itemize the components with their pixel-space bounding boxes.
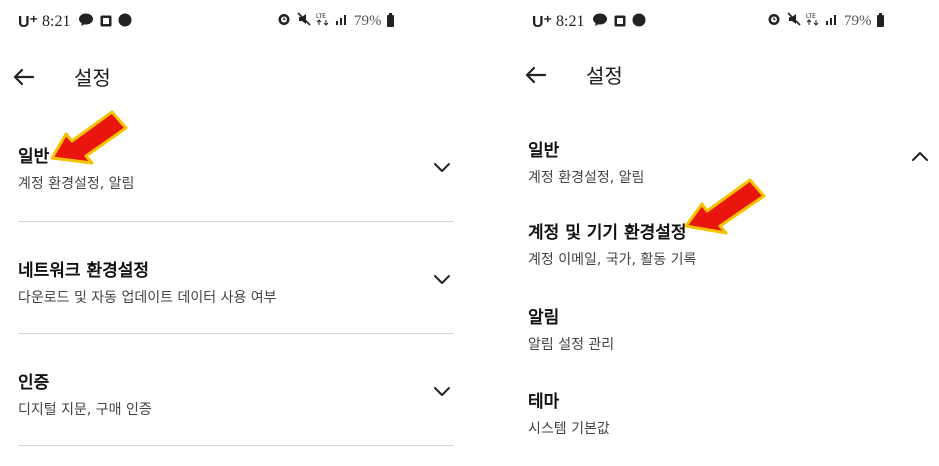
mute-icon	[297, 12, 311, 30]
section-subtitle: 계정 환경설정, 알림	[528, 170, 645, 186]
pointer-arrow-annotation	[50, 110, 128, 165]
subitem-title: 테마	[528, 392, 560, 412]
app-bar: 설정	[12, 62, 111, 91]
section-title: 인증	[18, 373, 50, 393]
status-time: 8:21	[556, 13, 585, 30]
section-subtitle: 디지털 지문, 구매 인증	[18, 402, 152, 418]
back-button[interactable]	[524, 63, 548, 87]
subitem-account-device[interactable]: 계정 및 기기 환경설정 계정 이메일, 국가, 활동 기록	[528, 218, 696, 269]
battery-icon	[876, 13, 884, 27]
pointer-arrow-annotation	[684, 178, 766, 235]
page-title: 설정	[74, 66, 111, 90]
chevron-down-icon	[434, 275, 450, 284]
gallery-icon	[614, 13, 626, 31]
expand-authentication-button[interactable]	[432, 384, 452, 398]
status-indicators: LTE 79%	[766, 12, 884, 30]
gallery-icon	[100, 13, 112, 31]
section-network[interactable]: 네트워크 환경설정 다운로드 및 자동 업데이트 데이터 사용 여부	[18, 256, 277, 307]
page-title: 설정	[586, 64, 623, 88]
expand-network-button[interactable]	[432, 272, 452, 286]
subitem-title: 계정 및 기기 환경설정	[528, 223, 687, 243]
divider	[18, 221, 454, 222]
subitem-theme[interactable]: 테마 시스템 기본값	[528, 387, 610, 438]
status-time: 8:21	[42, 13, 71, 30]
subitem-subtitle: 계정 이메일, 국가, 활동 기록	[528, 252, 697, 268]
signal-icon	[825, 13, 839, 29]
status-bar: U⁺ 8:21	[532, 10, 652, 34]
battery-icon	[386, 13, 394, 27]
svg-text:LTE: LTE	[806, 13, 816, 20]
carrier-label: U⁺	[532, 14, 552, 31]
battery-percent: 79%	[844, 12, 872, 29]
subitem-title: 알림	[528, 308, 560, 328]
alarm-icon	[766, 12, 782, 30]
divider	[18, 333, 454, 334]
back-arrow-icon	[525, 66, 547, 83]
back-arrow-icon	[13, 68, 35, 85]
divider	[18, 445, 454, 446]
back-button[interactable]	[12, 65, 36, 89]
battery-percent: 79%	[354, 12, 382, 29]
app-bar: 설정	[524, 60, 623, 89]
section-title: 네트워크 환경설정	[18, 261, 150, 281]
messenger-icon	[632, 13, 646, 31]
chat-icon	[592, 13, 608, 31]
svg-text:LTE: LTE	[316, 13, 326, 20]
subitem-subtitle: 시스템 기본값	[528, 421, 610, 437]
lte-icon: LTE	[316, 12, 330, 30]
collapse-general-button[interactable]	[910, 148, 930, 162]
settings-screen-collapsed: U⁺ 8:21 LTE 79% 설정 일반 계정 환경설정, 알림 네트워크 환…	[0, 0, 470, 466]
mute-icon	[787, 12, 801, 30]
status-indicators: LTE 79%	[276, 12, 394, 30]
lte-icon: LTE	[806, 12, 820, 30]
carrier-label: U⁺	[18, 14, 38, 31]
chevron-down-icon	[434, 387, 450, 396]
section-subtitle: 다운로드 및 자동 업데이트 데이터 사용 여부	[18, 290, 277, 306]
chat-icon	[78, 13, 94, 31]
section-general[interactable]: 일반 계정 환경설정, 알림	[528, 136, 644, 187]
expand-general-button[interactable]	[432, 160, 452, 174]
alarm-icon	[276, 12, 292, 30]
messenger-icon	[118, 13, 132, 31]
signal-icon	[335, 13, 349, 29]
subitem-notifications[interactable]: 알림 알림 설정 관리	[528, 303, 614, 354]
chevron-down-icon	[434, 163, 450, 172]
chevron-up-icon	[912, 152, 928, 161]
section-title: 일반	[528, 141, 560, 161]
section-authentication[interactable]: 인증 디지털 지문, 구매 인증	[18, 368, 152, 419]
status-bar: U⁺ 8:21	[18, 10, 138, 34]
subitem-subtitle: 알림 설정 관리	[528, 337, 615, 353]
section-subtitle: 계정 환경설정, 알림	[18, 176, 135, 192]
settings-screen-expanded: U⁺ 8:21 LTE 79% 설정 일반 계정 환경설정, 알림 계정 및 기…	[470, 0, 939, 466]
